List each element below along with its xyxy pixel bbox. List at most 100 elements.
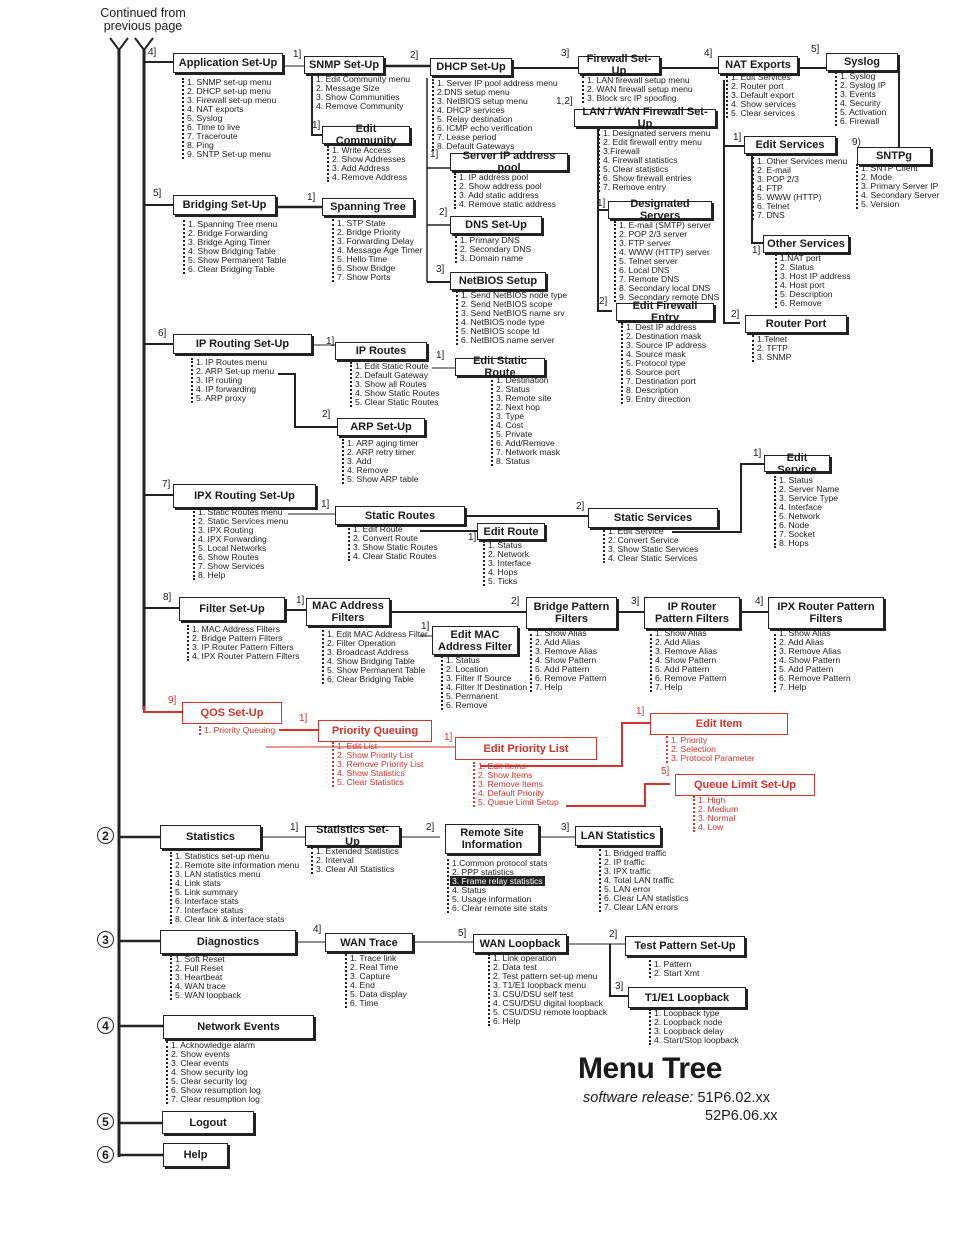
menu-item[interactable]: 7. Help <box>779 683 851 692</box>
menu-item[interactable]: 3. Clear All Statistics <box>316 865 399 874</box>
menu-item[interactable]: 8. Clear link & interface stats <box>175 915 299 924</box>
menu-item[interactable]: 3. Protocol Parameter <box>671 754 755 763</box>
menu-item[interactable]: 3. SNMP <box>757 353 791 362</box>
menu-box-arp-setup[interactable]: ARP Set-Up <box>337 418 425 436</box>
menu-item[interactable]: 9. SNTP Set-up menu <box>187 150 276 159</box>
menu-item[interactable]: 7. DNS <box>757 211 847 220</box>
menu-item[interactable]: 6. Clear Bridging Table <box>327 675 428 684</box>
menu-box-edit-community[interactable]: Edit Community <box>322 123 410 147</box>
menu-item[interactable]: 4. Remove Address <box>332 173 407 182</box>
menu-box-mac-filters[interactable]: MAC Address Filters <box>306 598 390 626</box>
menu-box-statistics[interactable]: Statistics <box>160 825 261 849</box>
menu-item[interactable]: 6. Clear Bridging Table <box>188 265 286 274</box>
menu-item[interactable]: 6. Firewall <box>840 117 886 126</box>
menu-item[interactable]: 5. Clear services <box>731 109 796 118</box>
menu-item[interactable]: 4. IPX Router Pattern Filters <box>192 652 299 661</box>
menu-box-other-services[interactable]: Other Services <box>763 235 849 253</box>
menu-box-syslog[interactable]: Syslog <box>826 53 898 71</box>
menu-item[interactable]: 5. Queue Limit Setup <box>478 798 559 807</box>
menu-box-dhcp-setup[interactable]: DHCP Set-Up <box>430 58 512 76</box>
menu-item-text: 3. Block src IP spoofing <box>587 93 677 103</box>
menu-item[interactable]: 4. Remove Community <box>316 102 410 111</box>
menu-box-filter-setup[interactable]: Filter Set-Up <box>179 597 285 621</box>
menu-item[interactable]: 6. Remove <box>446 701 527 710</box>
menu-item[interactable]: 6. NetBIOS name server <box>461 336 567 345</box>
menu-item[interactable]: 4. Low <box>698 823 738 832</box>
menu-item[interactable]: 1. Priority Queuing <box>204 726 275 735</box>
menu-item[interactable]: 6. Remove <box>780 299 851 308</box>
menu-box-snmp-setup[interactable]: SNMP Set-Up <box>304 56 384 74</box>
menu-items-wan-loopback: 1. Link operation 2. Data test 2. Test pat… <box>488 954 607 1026</box>
menu-box-diagnostics[interactable]: Diagnostics <box>160 930 296 954</box>
menu-box-edit-route[interactable]: Edit Route <box>477 523 545 540</box>
menu-box-spanning-tree[interactable]: Spanning Tree <box>322 198 414 216</box>
menu-item[interactable]: 3. Domain name <box>460 254 531 263</box>
menu-box-app-setup[interactable]: Application Set-Up <box>173 53 283 73</box>
menu-box-remote-site-info[interactable]: Remote Site Information <box>445 824 539 854</box>
menu-item[interactable]: 4. Start/Stop loopback <box>654 1036 739 1045</box>
menu-box-help[interactable]: Help <box>163 1143 228 1167</box>
menu-box-edit-firewall-entry[interactable]: Edit Firewall Entry <box>616 300 714 324</box>
menu-box-qos-setup[interactable]: QOS Set-Up <box>182 702 282 724</box>
menu-box-edit-services[interactable]: Edit Services <box>744 136 836 154</box>
menu-item[interactable]: 6. Time <box>350 999 407 1008</box>
menu-item[interactable]: 5. ARP proxy <box>196 394 274 403</box>
menu-box-lan-statistics[interactable]: LAN Statistics <box>575 826 661 846</box>
menu-box-edit-static-route[interactable]: Edit Static Route <box>455 355 545 379</box>
menu-box-dns-setup[interactable]: DNS Set-Up <box>450 216 542 234</box>
menu-item[interactable]: 5. WAN loopback <box>175 991 241 1000</box>
menu-box-bridging-setup[interactable]: Bridging Set-Up <box>173 195 276 215</box>
menu-box-priority-queuing[interactable]: Priority Queuing <box>318 720 432 742</box>
menu-box-queue-limit[interactable]: Queue Limit Set-Up <box>675 774 815 796</box>
menu-item[interactable]: 7. Remove entry <box>603 183 710 192</box>
menu-item-text: 6. Time <box>350 998 379 1008</box>
menu-item[interactable]: 5. Clear Statistics <box>337 778 423 787</box>
menu-box-edit-item[interactable]: Edit Item <box>650 713 788 735</box>
menu-item[interactable]: 2. Start Xmt <box>654 969 699 978</box>
menu-box-edit-mac-filter[interactable]: Edit MAC Address Filter <box>432 626 518 655</box>
menu-box-static-routes[interactable]: Static Routes <box>335 506 465 525</box>
menu-item[interactable]: 7. Show Ports <box>337 273 423 282</box>
menu-box-logout[interactable]: Logout <box>162 1111 254 1134</box>
menu-box-statistics-setup[interactable]: Statistics Set-Up <box>305 824 400 848</box>
menu-item[interactable]: 7. Help <box>535 683 607 692</box>
menu-box-wan-trace[interactable]: WAN Trace <box>325 933 413 952</box>
menu-item[interactable]: 8. Hops <box>779 539 839 548</box>
menu-box-ip-routes[interactable]: IP Routes <box>335 342 427 360</box>
menu-box-network-events[interactable]: Network Events <box>163 1015 314 1039</box>
menu-item[interactable]: 6. Clear remote site stats <box>452 904 548 913</box>
menu-box-bridge-pattern[interactable]: Bridge Pattern Filters <box>526 597 617 629</box>
menu-box-lan-wan-firewall[interactable]: LAN / WAN Firewall Set-Up <box>574 106 716 130</box>
menu-box-ip-routing-setup[interactable]: IP Routing Set-Up <box>173 334 312 354</box>
menu-item[interactable]: 9. Entry direction <box>626 395 706 404</box>
menu-item[interactable]: 7. Clear resumption log <box>171 1095 261 1104</box>
menu-item[interactable]: 5. Clear Static Routes <box>355 398 440 407</box>
menu-box-router-port[interactable]: Router Port <box>745 315 847 333</box>
menu-item[interactable]: 8. Status <box>496 457 560 466</box>
menu-box-wan-loopback[interactable]: WAN Loopback <box>473 934 567 953</box>
menu-item[interactable]: 5. Version <box>861 200 939 209</box>
menu-item[interactable]: 8. Help <box>198 571 288 580</box>
menu-box-server-ip-pool[interactable]: Server IP address pool <box>450 150 568 174</box>
menu-item[interactable]: 3. Block src IP spoofing <box>587 94 693 103</box>
menu-item[interactable]: 5. Ticks <box>488 577 531 586</box>
menu-item[interactable]: 4. Remove static address <box>459 200 556 209</box>
menu-box-netbios-setup[interactable]: NetBIOS Setup <box>450 272 546 290</box>
menu-box-t1e1-loopback[interactable]: T1/E1 Loopback <box>628 987 746 1008</box>
menu-box-ipx-routing-setup[interactable]: IPX Routing Set-Up <box>173 484 316 508</box>
menu-box-firewall-setup[interactable]: Firewall Set-Up <box>578 53 660 77</box>
menu-box-edit-service[interactable]: Edit Service <box>764 452 830 476</box>
menu-items-statistics-setup: 1. Extended Statistics 2. Interval 3. Clea… <box>311 847 399 874</box>
menu-item[interactable]: 5. Show ARP table <box>347 475 419 484</box>
menu-box-designated-servers[interactable]: Designated Servers <box>608 198 712 222</box>
menu-item[interactable]: 6. Help <box>493 1017 607 1026</box>
menu-item[interactable]: 4. Clear Static Routes <box>353 552 438 561</box>
menu-box-test-pattern[interactable]: Test Pattern Set-Up <box>625 936 745 956</box>
menu-box-edit-priority-list[interactable]: Edit Priority List <box>455 737 597 760</box>
menu-item[interactable]: 7. Clear LAN errors <box>604 903 689 912</box>
menu-item[interactable]: 4. Clear Static Services <box>608 554 698 563</box>
menu-item[interactable]: 7. Help <box>655 683 727 692</box>
menu-box-ip-router-pattern[interactable]: IP Router Pattern Filters <box>644 597 740 629</box>
menu-box-ipx-router-pattern[interactable]: IPX Router Pattern Filters <box>768 597 884 629</box>
menu-box-static-services[interactable]: Static Services <box>588 508 718 528</box>
